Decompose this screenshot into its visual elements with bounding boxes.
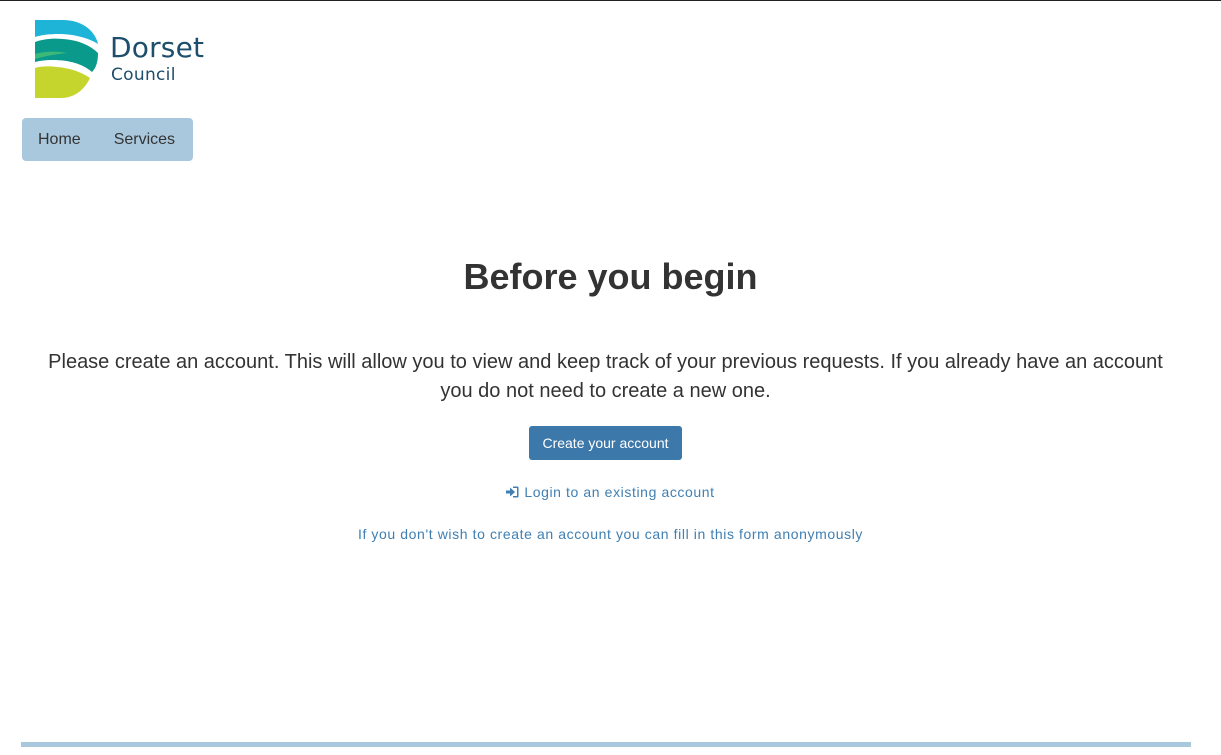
footer-divider (21, 742, 1191, 747)
main-navigation: Home Services (22, 118, 193, 161)
anonymous-form-link[interactable]: If you don't wish to create an account y… (358, 526, 863, 542)
login-link-label: Login to an existing account (524, 484, 715, 500)
logo-subtitle: Council (111, 65, 176, 85)
login-link-row: Login to an existing account (0, 483, 1221, 502)
nav-item-services[interactable]: Services (114, 118, 175, 161)
page-title: Before you begin (463, 256, 758, 297)
anonymous-link-row: If you don't wish to create an account y… (0, 525, 1221, 543)
intro-text: Please create an account. This will allo… (48, 351, 1163, 402)
sign-in-icon (506, 484, 519, 502)
dorset-council-logo[interactable]: Dorset Council (35, 20, 225, 100)
nav-item-home[interactable]: Home (38, 118, 81, 161)
dorset-council-logo-icon (35, 20, 98, 98)
logo-wordmark: Dorset (110, 31, 205, 64)
login-existing-account-link[interactable]: Login to an existing account (506, 484, 714, 500)
create-account-button[interactable]: Create your account (529, 426, 682, 460)
